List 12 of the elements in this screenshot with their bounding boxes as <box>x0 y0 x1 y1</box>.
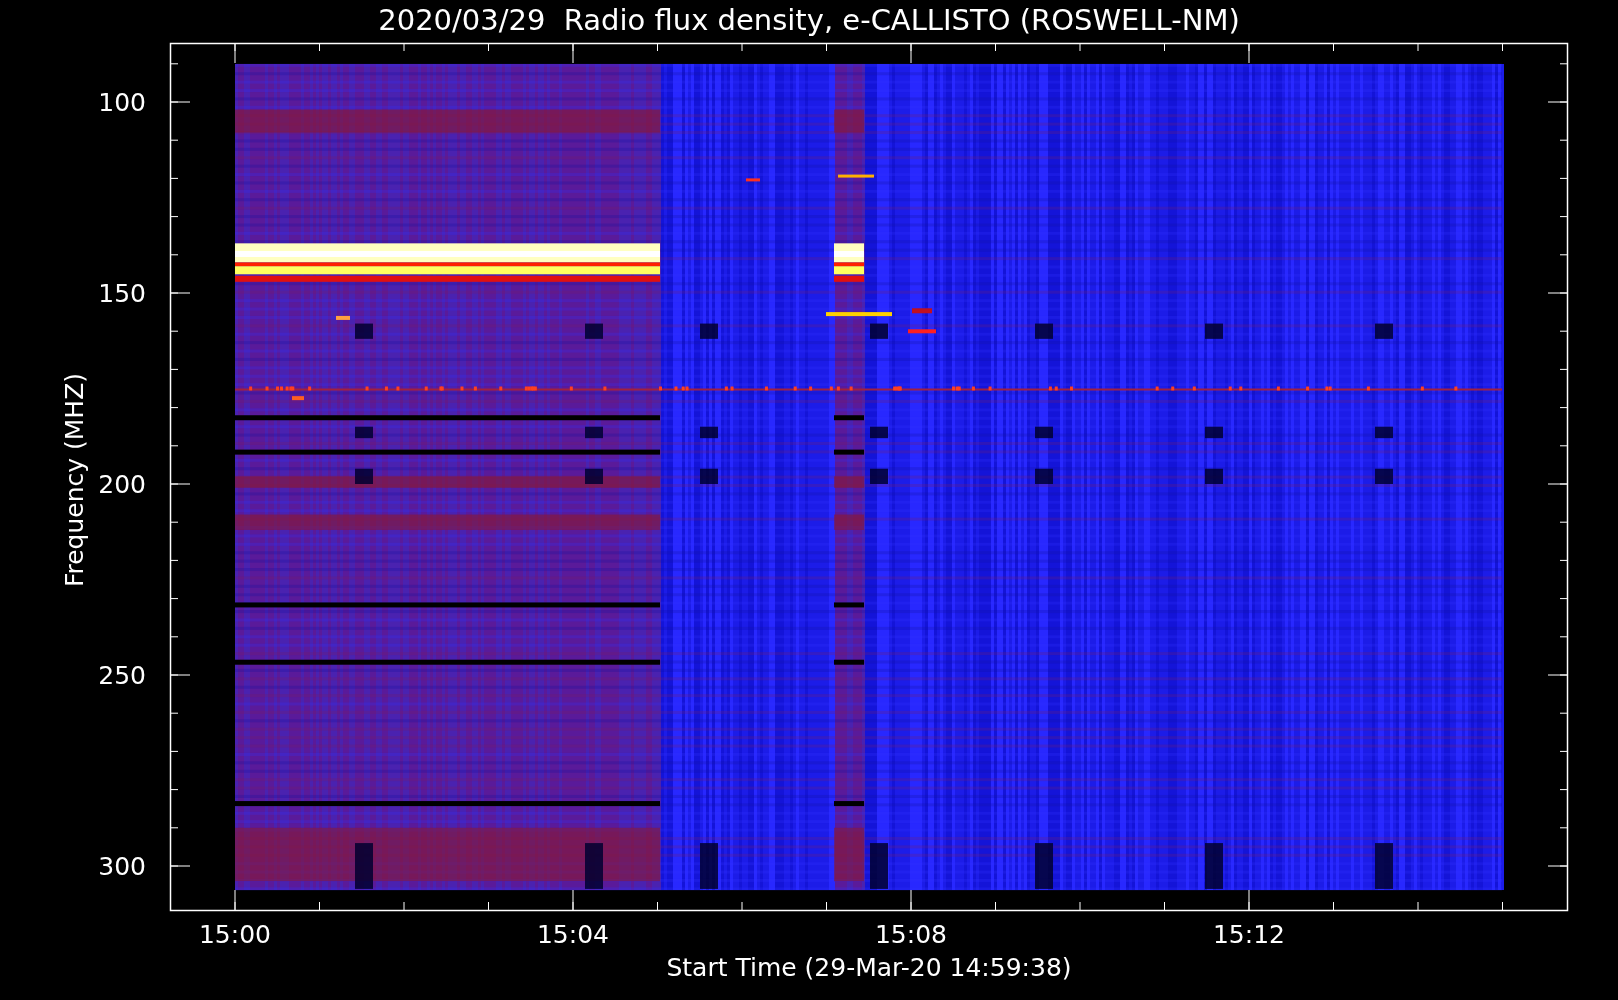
y-tick-label: 150 <box>98 279 146 308</box>
y-tick-label: 100 <box>98 88 146 117</box>
x-tick-label: 15:00 <box>199 920 271 949</box>
y-axis-label: Frequency (MHZ) <box>60 372 89 588</box>
y-tick-label: 300 <box>98 852 146 881</box>
plot-title: 2020/03/29 Radio flux density, e-CALLISTO (ROSWELL-NM) <box>378 3 1240 37</box>
y-tick-label: 200 <box>98 470 146 499</box>
x-tick-label: 15:04 <box>537 920 609 949</box>
x-axis-label: Start Time (29-Mar-20 14:59:38) <box>666 953 1072 982</box>
y-tick-label: 250 <box>98 661 146 690</box>
x-tick-label: 15:12 <box>1213 920 1285 949</box>
x-tick-label: 15:08 <box>875 920 947 949</box>
